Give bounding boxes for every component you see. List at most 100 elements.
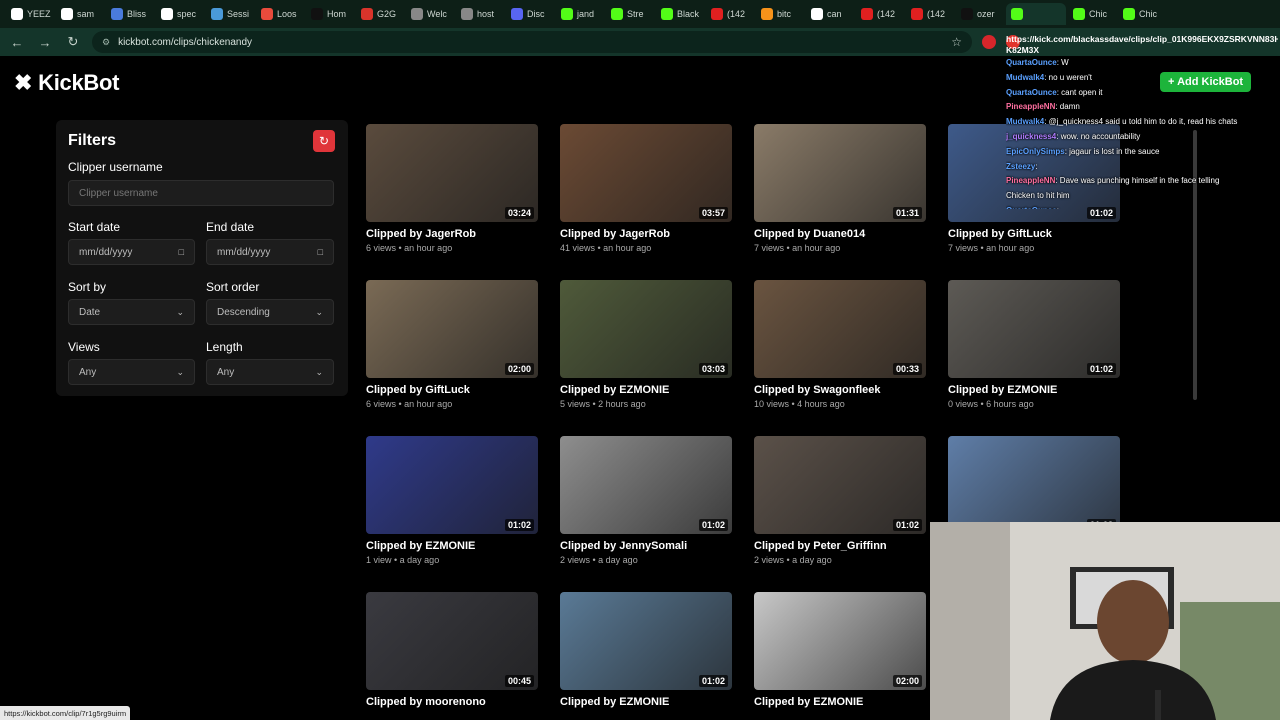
clip-thumbnail[interactable]: 01:02 bbox=[366, 436, 538, 534]
clip-title[interactable]: Clipped by Duane014 bbox=[754, 228, 928, 240]
clip-card[interactable]: 00:45 Clipped by moorenono bbox=[366, 592, 540, 711]
sort-by-select[interactable]: Date ⌄ bbox=[68, 299, 195, 325]
clip-card[interactable]: 03:03 Clipped by EZMONIE 5 views • 2 hours… bbox=[560, 280, 734, 409]
clip-thumbnail[interactable]: 01:02 bbox=[948, 280, 1120, 378]
sort-order-select[interactable]: Descending ⌄ bbox=[206, 299, 334, 325]
clip-thumbnail[interactable]: 01:31 bbox=[754, 124, 926, 222]
calendar-icon[interactable]: □ bbox=[179, 247, 184, 257]
browser-tab[interactable]: Bliss bbox=[106, 3, 154, 25]
tab-favicon-icon bbox=[11, 8, 23, 20]
browser-tab[interactable]: bitc bbox=[756, 3, 804, 25]
browser-tab[interactable]: sam bbox=[56, 3, 104, 25]
clip-title[interactable]: Clipped by EZMONIE bbox=[754, 696, 928, 708]
url-field[interactable]: ⚙ kickbot.com/clips/chickenandy ☆ bbox=[92, 31, 972, 53]
clip-thumbnail[interactable]: 02:00 bbox=[366, 280, 538, 378]
clip-thumbnail[interactable]: 01:02 bbox=[560, 436, 732, 534]
browser-tab[interactable] bbox=[1006, 3, 1066, 25]
add-kickbot-button[interactable]: + Add KickBot bbox=[1160, 72, 1252, 92]
clip-card[interactable]: 00:33 Clipped by Swagonfleek 10 views • 4 … bbox=[754, 280, 928, 409]
browser-tab[interactable]: YEEZ bbox=[6, 3, 54, 25]
clip-card[interactable]: 01:02 Clipped by EZMONIE 0 views • 6 hours… bbox=[948, 280, 1122, 409]
browser-tab[interactable]: (142 bbox=[906, 3, 954, 25]
clip-card[interactable]: 01:02 Clipped by Peter_Griffinn 2 views • … bbox=[754, 436, 928, 565]
clip-title[interactable]: Clipped by EZMONIE bbox=[560, 696, 734, 708]
clip-card[interactable]: 01:02 Clipped by EZMONIE 1 view • a day ag… bbox=[366, 436, 540, 565]
browser-tab[interactable]: ozer bbox=[956, 3, 1004, 25]
clip-meta: 5 views • 2 hours ago bbox=[560, 399, 646, 409]
browser-tab[interactable]: spec bbox=[156, 3, 204, 25]
length-select[interactable]: Any ⌄ bbox=[206, 359, 334, 385]
clip-thumbnail[interactable]: 01:02 bbox=[948, 436, 1120, 534]
chat-url-line: https://kick.com/blackassdave/clips/clip… bbox=[1006, 34, 1278, 44]
clip-thumbnail[interactable]: 03:24 bbox=[366, 124, 538, 222]
browser-tab[interactable]: G2G bbox=[356, 3, 404, 25]
calendar-icon[interactable]: □ bbox=[318, 247, 323, 257]
clip-title[interactable]: Clipped by EZMONIE bbox=[366, 540, 540, 552]
end-date-placeholder: mm/dd/yyyy bbox=[217, 246, 271, 258]
browser-tab[interactable]: Stre bbox=[606, 3, 654, 25]
extension-red-icon[interactable] bbox=[982, 35, 996, 49]
tab-label: (142 bbox=[927, 9, 946, 19]
clip-duration: 01:02 bbox=[504, 519, 534, 531]
clip-card[interactable]: 02:00 Clipped by EZMONIE bbox=[754, 592, 928, 711]
clip-title[interactable]: Clipped by Peter_Griffinn bbox=[754, 540, 928, 552]
clip-thumbnail[interactable]: 00:33 bbox=[754, 280, 926, 378]
kickbot-logo[interactable]: ✖ KickBot bbox=[14, 70, 119, 96]
browser-tab[interactable]: Welc bbox=[406, 3, 454, 25]
browser-tab[interactable]: Chic bbox=[1068, 3, 1116, 25]
clip-title[interactable]: Clipped by EZMONIE bbox=[948, 384, 1122, 396]
back-icon[interactable]: ← bbox=[8, 33, 26, 51]
clip-thumbnail[interactable]: 03:57 bbox=[560, 124, 732, 222]
clip-thumbnail[interactable]: 01:02 bbox=[560, 592, 732, 690]
clip-title[interactable]: Clipped by moorenono bbox=[366, 696, 540, 708]
tab-label: Black bbox=[677, 9, 700, 19]
clip-thumbnail[interactable]: 01:02 bbox=[754, 436, 926, 534]
clip-title[interactable]: Clipped by EZMONIE bbox=[560, 384, 734, 396]
end-date-input[interactable]: mm/dd/yyyy □ bbox=[206, 239, 334, 265]
clip-duration: 01:02 bbox=[1086, 363, 1116, 375]
sort-order-value: Descending bbox=[217, 306, 270, 318]
clip-title[interactable]: Clipped by Swagonfleek bbox=[754, 384, 928, 396]
clipper-username-input[interactable]: Clipper username bbox=[68, 180, 334, 206]
clip-title[interactable]: Clipped by JagerRob bbox=[560, 228, 734, 240]
site-info-icon[interactable]: ⚙ bbox=[102, 37, 110, 48]
browser-tab[interactable]: Loos bbox=[256, 3, 304, 25]
status-bar-link: https://kickbot.com/clip/7r1g5rg9uirm bbox=[0, 706, 131, 720]
clip-thumbnail[interactable]: 02:00 bbox=[754, 592, 926, 690]
clip-thumbnail[interactable]: 03:03 bbox=[560, 280, 732, 378]
clip-title[interactable]: Clipped by GiftLuck bbox=[366, 384, 540, 396]
clip-card[interactable]: 01:02 Clipped by JennySomali 2 views • a d… bbox=[560, 436, 734, 565]
browser-tab[interactable]: (142 bbox=[856, 3, 904, 25]
clip-title[interactable]: Clipped by JagerRob bbox=[366, 228, 540, 240]
browser-tab[interactable]: Black bbox=[656, 3, 704, 25]
clip-title[interactable]: Clipped by GiftLuck bbox=[948, 228, 1122, 240]
views-select[interactable]: Any ⌄ bbox=[68, 359, 195, 385]
browser-tab[interactable]: Hom bbox=[306, 3, 354, 25]
start-date-input[interactable]: mm/dd/yyyy □ bbox=[68, 239, 195, 265]
clip-card[interactable]: 01:31 Clipped by Duane014 7 views • an hou… bbox=[754, 124, 928, 253]
reset-filters-button[interactable]: ↻ bbox=[313, 130, 335, 152]
tab-favicon-icon bbox=[211, 8, 223, 20]
tab-favicon-icon bbox=[911, 8, 923, 20]
start-date-label: Start date bbox=[68, 220, 121, 234]
clip-card[interactable]: 02:00 Clipped by GiftLuck 6 views • an hou… bbox=[366, 280, 540, 409]
clip-meta: 2 views • a day ago bbox=[754, 555, 832, 565]
clip-card[interactable]: 03:57 Clipped by JagerRob 41 views • an ho… bbox=[560, 124, 734, 253]
clip-duration: 00:33 bbox=[892, 363, 922, 375]
reload-icon[interactable]: ↻ bbox=[64, 33, 82, 51]
clip-thumbnail[interactable]: 00:45 bbox=[366, 592, 538, 690]
browser-tab[interactable]: can bbox=[806, 3, 854, 25]
clip-card[interactable]: 03:24 Clipped by JagerRob 6 views • an hou… bbox=[366, 124, 540, 253]
browser-tab[interactable]: Disc bbox=[506, 3, 554, 25]
browser-tab[interactable]: jand bbox=[556, 3, 604, 25]
clip-title[interactable]: Clipped by JennySomali bbox=[560, 540, 734, 552]
tab-favicon-icon bbox=[361, 8, 373, 20]
forward-icon[interactable]: → bbox=[36, 33, 54, 51]
browser-tab[interactable]: Chic bbox=[1118, 3, 1166, 25]
browser-tab[interactable]: Sessi bbox=[206, 3, 254, 25]
clip-card[interactable]: 01:02 Clipped by EZMONIE bbox=[560, 592, 734, 711]
tab-label: Sessi bbox=[227, 9, 250, 19]
browser-tab[interactable]: host bbox=[456, 3, 504, 25]
browser-tab[interactable]: (142 bbox=[706, 3, 754, 25]
bookmark-star-icon[interactable]: ☆ bbox=[951, 35, 962, 49]
